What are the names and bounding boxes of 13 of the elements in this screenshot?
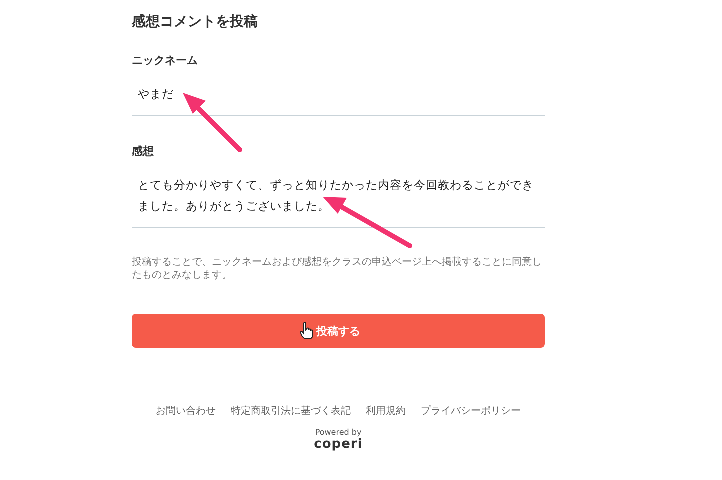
hand-cursor-icon: [300, 322, 314, 340]
field-label: ニックネーム: [132, 53, 199, 68]
powered-by-text: Powered by: [315, 428, 362, 437]
submit-button[interactable]: 投稿する: [132, 314, 545, 348]
consent-notice: 投稿することで、ニックネームおよび感想をクラスの申込ページ上へ掲載することに同意したものとみなします。: [132, 256, 543, 282]
field-label: 感想: [132, 144, 155, 159]
brand-logo[interactable]: coperi: [314, 437, 363, 452]
annotation-arrow: [183, 93, 242, 152]
footer-link[interactable]: プライバシーポリシー: [421, 404, 521, 418]
footer-link[interactable]: 特定商取引法に基づく表記: [231, 404, 351, 418]
footer-link[interactable]: お問い合わせ: [156, 404, 216, 418]
form-title: 感想コメントを投稿: [132, 13, 259, 31]
footer-link[interactable]: 利用規約: [366, 404, 406, 418]
